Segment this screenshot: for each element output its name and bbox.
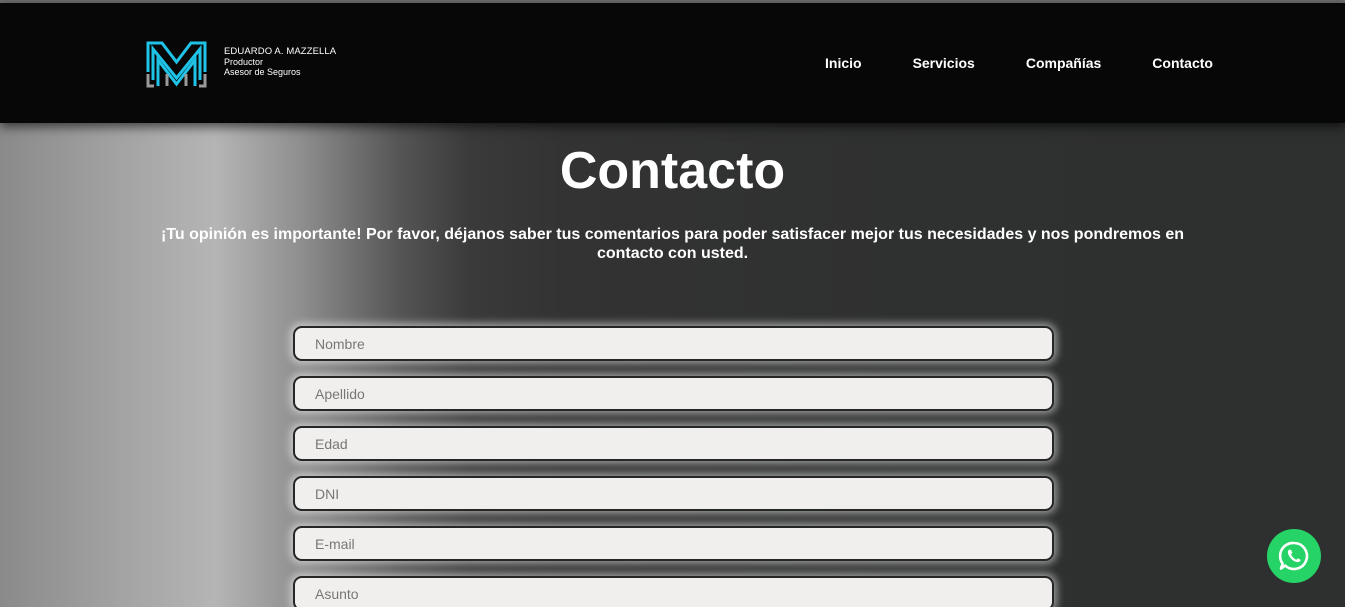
whatsapp-button[interactable]: [1267, 529, 1321, 583]
edad-field[interactable]: [293, 426, 1054, 461]
brand-name: EDUARDO A. MAZZELLA: [224, 46, 337, 57]
dni-field[interactable]: [293, 476, 1054, 511]
brand-subtitle: Asesor de Seguros: [224, 67, 301, 77]
main-nav: Inicio Servicios Compañías Contacto: [825, 55, 1213, 71]
brand-role: Productor: [224, 57, 264, 67]
nav-item-companias[interactable]: Compañías: [1026, 55, 1101, 71]
nav-item-contacto[interactable]: Contacto: [1152, 55, 1213, 71]
brand-text: EDUARDO A. MAZZELLA Productor Asesor de …: [224, 46, 337, 78]
brand[interactable]: EDUARDO A. MAZZELLA Productor Asesor de …: [145, 40, 336, 88]
m-monogram-logo: [146, 41, 207, 88]
page-title: Contacto: [559, 142, 786, 200]
page-lead: ¡Tu opinión es importante! Por favor, dé…: [160, 226, 1185, 262]
nombre-field[interactable]: [293, 326, 1054, 361]
whatsapp-icon: [1278, 541, 1309, 571]
nav-item-servicios[interactable]: Servicios: [913, 55, 975, 71]
nav-item-inicio[interactable]: Inicio: [825, 55, 862, 71]
email-field[interactable]: [293, 526, 1054, 561]
asunto-field[interactable]: [293, 576, 1054, 607]
apellido-field[interactable]: [293, 376, 1054, 411]
site-header: EDUARDO A. MAZZELLA Productor Asesor de …: [0, 3, 1345, 123]
